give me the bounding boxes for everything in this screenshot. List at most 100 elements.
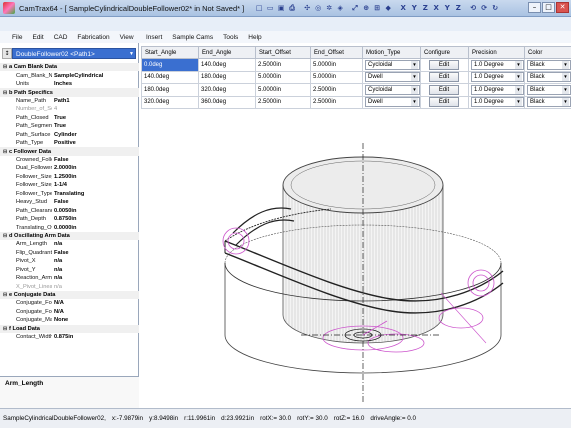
menu-cad[interactable]: CAD bbox=[54, 34, 68, 41]
property-row[interactable]: Number_of_Segm4 bbox=[0, 105, 139, 113]
cell-start-angle[interactable]: 140.0deg bbox=[141, 70, 199, 84]
property-value[interactable]: n/a bbox=[52, 241, 139, 247]
chevron-down-icon[interactable]: ▼ bbox=[562, 85, 569, 94]
property-section[interactable]: ⊟ e Conjugate Data bbox=[0, 290, 139, 300]
property-row[interactable]: Cam_Blank_NameSampleCylindrical bbox=[0, 71, 139, 79]
property-row[interactable]: Follower_Type Translating bbox=[0, 190, 139, 198]
property-value[interactable]: n/a bbox=[52, 275, 139, 281]
property-value[interactable]: N/A bbox=[52, 300, 139, 306]
chevron-down-icon[interactable]: ▼ bbox=[411, 73, 418, 82]
cell-start-angle[interactable]: 320.0deg bbox=[141, 95, 199, 109]
y-icon[interactable]: Y bbox=[409, 3, 419, 14]
chevron-down-icon[interactable]: ▼ bbox=[515, 85, 522, 94]
x-icon[interactable]: X bbox=[398, 3, 408, 14]
restore-button[interactable]: □ bbox=[542, 2, 555, 13]
property-value[interactable]: 2.0000in bbox=[52, 165, 139, 171]
chevron-down-icon[interactable]: ▼ bbox=[515, 73, 522, 82]
cell-end-offset[interactable]: 5.0000in bbox=[310, 70, 363, 84]
menu-edit[interactable]: Edit bbox=[32, 34, 43, 41]
cell-end-angle[interactable]: 360.0deg bbox=[198, 95, 256, 109]
table-row[interactable]: 180.0deg 320.0deg 5.0000in 2.5000in Cycloida… bbox=[141, 83, 571, 97]
column-header-color[interactable]: Color bbox=[524, 46, 571, 59]
new-icon[interactable]: □ bbox=[254, 3, 264, 14]
property-value[interactable]: Inches bbox=[52, 81, 139, 87]
property-row[interactable]: Flip_Quadrant False bbox=[0, 249, 139, 257]
cell-start-angle[interactable]: 0.0deg bbox=[141, 58, 199, 72]
column-header-start-angle[interactable]: Start_Angle bbox=[141, 46, 199, 59]
menu-insert[interactable]: Insert bbox=[146, 34, 162, 41]
rot-x-icon[interactable]: ⟲ bbox=[468, 3, 478, 14]
sort-icon[interactable]: ↕ bbox=[2, 48, 12, 59]
table-row[interactable]: 0.0deg 140.0deg 2.5000in 5.0000in Cycloidal ▼… bbox=[141, 58, 571, 72]
zoom-icon[interactable]: ⊕ bbox=[361, 3, 371, 14]
property-row[interactable]: Units Inches bbox=[0, 80, 139, 88]
cell-end-angle[interactable]: 140.0deg bbox=[198, 58, 256, 72]
color-dropdown[interactable]: Black ▼ bbox=[527, 97, 571, 108]
edit-button[interactable]: Edit bbox=[429, 59, 459, 70]
chevron-down-icon[interactable]: ▼ bbox=[515, 60, 522, 69]
property-row[interactable]: Path_Clearance0.0050in bbox=[0, 206, 139, 214]
measure-icon[interactable]: ✣ bbox=[302, 3, 312, 14]
property-section[interactable]: ⊟ c Follower Data bbox=[0, 147, 139, 156]
print-icon[interactable]: ⎙ bbox=[287, 3, 297, 14]
open-icon[interactable]: ▭ bbox=[265, 3, 275, 14]
property-value[interactable]: True bbox=[52, 115, 139, 121]
cell-start-offset[interactable]: 2.5000in bbox=[255, 95, 311, 109]
property-row[interactable]: Pivot_Y n/a bbox=[0, 266, 139, 274]
property-row[interactable]: Conjugate_MasterNone bbox=[0, 316, 139, 324]
property-value[interactable]: Positive bbox=[52, 140, 139, 146]
precision-dropdown[interactable]: 1.0 Degree ▼ bbox=[471, 72, 524, 83]
property-value[interactable]: True bbox=[52, 123, 139, 129]
z-icon[interactable]: Z bbox=[420, 3, 430, 14]
property-value[interactable]: Cylinder bbox=[52, 132, 139, 138]
property-row[interactable]: Name_Path Path1 bbox=[0, 97, 139, 105]
property-row[interactable]: Conjugate_FollowN/A bbox=[0, 308, 139, 316]
minimize-button[interactable]: – bbox=[528, 2, 541, 13]
property-value[interactable]: N/A bbox=[52, 309, 139, 315]
column-header-start-offset[interactable]: Start_Offset bbox=[255, 46, 311, 59]
property-row[interactable]: Follower_Size_N1-1/4 bbox=[0, 181, 139, 189]
path-dropdown[interactable]: DoubleFollower02 <Path1> ▼ bbox=[12, 48, 136, 59]
y-icon[interactable]: Y bbox=[442, 3, 452, 14]
property-row[interactable]: Pivot_X n/a bbox=[0, 257, 139, 265]
property-value[interactable]: Path1 bbox=[52, 98, 139, 104]
property-value[interactable]: SampleCylindrical bbox=[52, 73, 139, 79]
motion-type-dropdown[interactable]: Cycloidal ▼ bbox=[365, 59, 420, 70]
column-header-motion-type[interactable]: Motion_Type bbox=[362, 46, 421, 59]
chevron-down-icon[interactable]: ▼ bbox=[562, 60, 569, 69]
property-section[interactable]: ⊟ d Oscillating Arm Data bbox=[0, 231, 139, 241]
property-value[interactable]: 4 bbox=[52, 106, 139, 112]
chevron-down-icon[interactable]: ▼ bbox=[411, 60, 418, 69]
cell-start-offset[interactable]: 5.0000in bbox=[255, 83, 311, 97]
property-value[interactable]: Translating bbox=[52, 191, 139, 197]
cell-end-offset[interactable]: 2.5000in bbox=[310, 83, 363, 97]
column-header-end-offset[interactable]: End_Offset bbox=[310, 46, 363, 59]
motion-type-dropdown[interactable]: Dwell ▼ bbox=[365, 72, 420, 83]
chevron-down-icon[interactable]: ▼ bbox=[562, 73, 569, 82]
color-dropdown[interactable]: Black ▼ bbox=[527, 59, 571, 70]
property-row[interactable]: Path_Depth 0.8750in bbox=[0, 215, 139, 223]
column-header-end-angle[interactable]: End_Angle bbox=[198, 46, 256, 59]
3d-viewport[interactable] bbox=[141, 113, 571, 409]
chevron-down-icon[interactable]: ▼ bbox=[515, 98, 522, 107]
z-icon[interactable]: Z bbox=[453, 3, 463, 14]
property-row[interactable]: Arm_Length n/a bbox=[0, 240, 139, 248]
x-icon[interactable]: X bbox=[431, 3, 441, 14]
property-value[interactable]: None bbox=[52, 317, 139, 323]
table-row[interactable]: 320.0deg 360.0deg 2.5000in 2.5000in Dwell ▼ Ed… bbox=[141, 95, 571, 109]
target-icon[interactable]: ◎ bbox=[313, 3, 323, 14]
scale-icon[interactable]: ◈ bbox=[335, 3, 345, 14]
rot-y-icon[interactable]: ⟳ bbox=[479, 3, 489, 14]
property-value[interactable]: 0.875in bbox=[52, 334, 139, 340]
edit-button[interactable]: Edit bbox=[429, 97, 459, 108]
property-value[interactable]: False bbox=[52, 157, 139, 163]
cam-icon[interactable]: ✲ bbox=[324, 3, 334, 14]
fit-icon[interactable]: ⤢ bbox=[350, 3, 360, 14]
path-selector[interactable]: ↕ DoubleFollower02 <Path1> ▼ bbox=[2, 48, 136, 59]
chevron-down-icon[interactable]: ▼ bbox=[562, 98, 569, 107]
property-row[interactable]: Path_Type Positive bbox=[0, 139, 139, 147]
close-button[interactable]: ✕ bbox=[556, 2, 569, 13]
table-row[interactable]: 140.0deg 180.0deg 5.0000in 5.0000in Dwell ▼ Ed… bbox=[141, 70, 571, 84]
cell-start-offset[interactable]: 5.0000in bbox=[255, 70, 311, 84]
cell-end-angle[interactable]: 180.0deg bbox=[198, 70, 256, 84]
